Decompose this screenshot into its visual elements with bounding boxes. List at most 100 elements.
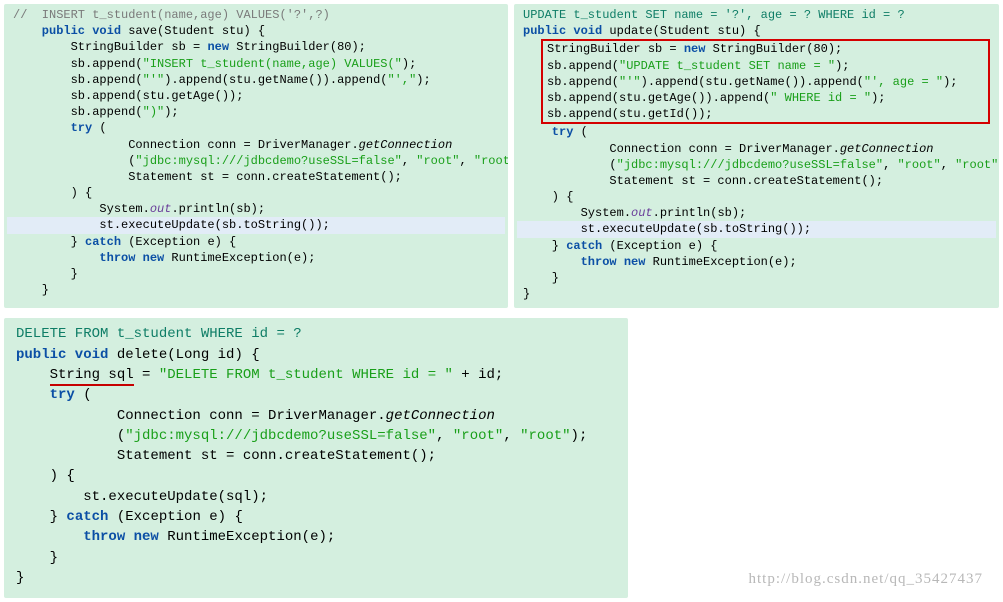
t: RuntimeException(e); [159,529,335,545]
string: "root" [474,154,508,168]
t: } [13,235,85,249]
t: } [13,267,78,281]
t: StringBuilder(80); [705,42,842,56]
t: Statement st = conn.createStatement(); [13,170,402,184]
t: , [503,428,520,444]
t: ) { [523,190,573,204]
t: ( [13,154,135,168]
string: "jdbc:mysql:///jdbcdemo?useSSL=false" [135,154,401,168]
kw: throw new [99,251,164,265]
t: sb.append( [13,73,143,87]
t: delete(Long id) { [108,347,259,363]
t [13,251,99,265]
string: "', age = " [864,75,943,89]
string: " WHERE id = " [770,91,871,105]
t: , [460,154,474,168]
t: sb.append( [13,57,143,71]
method-italic: getConnection [386,408,495,424]
kw: public void [13,24,121,38]
t: } [523,239,566,253]
t: Statement st = conn.createStatement(); [16,448,436,464]
string: "root" [453,428,503,444]
t: ); [164,105,178,119]
kw: try [13,121,92,135]
kw: catch [85,235,121,249]
string: "'" [619,75,641,89]
kw: catch [66,509,108,525]
t: sb.append(stu.getAge()).append( [547,91,770,105]
t: = [134,367,159,383]
string: "jdbc:mysql:///jdbcdemo?useSSL=false" [125,428,436,444]
kw: public void [523,24,602,38]
kw: try [16,387,75,403]
t: sb.append( [547,59,619,73]
t [16,529,83,545]
t: ); [998,158,999,172]
t: + id; [453,367,503,383]
highlight-red-box: StringBuilder sb = new StringBuilder(80)… [541,39,990,124]
t: ); [871,91,885,105]
watermark-text: http://blog.csdn.net/qq_35427437 [749,571,984,588]
t: RuntimeException(e); [645,255,796,269]
t: (Exception e) { [108,509,242,525]
kw: public void [16,347,108,363]
t: StringBuilder sb = [547,42,684,56]
highlight-line: st.executeUpdate(sb.toString()); [13,218,330,232]
t: (Exception e) { [121,235,236,249]
string: "INSERT t_student(name,age) VALUES(" [143,57,402,71]
t: ( [16,428,125,444]
method-italic: getConnection [359,138,453,152]
t: Connection conn = DriverManager. [523,142,840,156]
kw: throw new [581,255,646,269]
t: ) { [13,186,92,200]
t: .println(sb); [653,206,747,220]
t: } [13,283,49,297]
t: Statement st = conn.createStatement(); [523,174,883,188]
kw: try [523,125,573,139]
method-italic: getConnection [840,142,934,156]
t: , [402,154,416,168]
t: } [16,570,24,586]
t: ).append(stu.getName()).append( [164,73,387,87]
comment: // INSERT t_student(name,age) VALUES('?'… [13,8,330,22]
string: "root" [955,158,998,172]
t: RuntimeException(e); [164,251,315,265]
t: } [523,271,559,285]
kw: new [684,42,706,56]
underline-red: String sql [50,367,134,386]
string: "root" [897,158,940,172]
string: "UPDATE t_student SET name = " [619,59,835,73]
t [16,367,50,383]
field: out [631,206,653,220]
string: "root" [520,428,570,444]
t: } [16,550,58,566]
string: "'" [143,73,165,87]
t: .println(sb); [171,202,265,216]
t [523,255,581,269]
kw: throw new [83,529,159,545]
field: out [150,202,172,216]
t: update(Student stu) { [602,24,760,38]
kw: new [207,40,229,54]
t: Connection conn = DriverManager. [13,138,359,152]
t: ); [402,57,416,71]
t: ) { [16,468,75,484]
t: StringBuilder sb = [13,40,207,54]
string: "DELETE FROM t_student WHERE id = " [159,367,453,383]
t: ); [943,75,957,89]
code-panel-delete: DELETE FROM t_student WHERE id = ? publi… [4,318,628,598]
t: ( [75,387,92,403]
t: sb.append(stu.getAge()); [13,89,243,103]
code-panel-save: // INSERT t_student(name,age) VALUES('?'… [4,4,508,308]
t: System. [523,206,631,220]
highlight-line: st.executeUpdate(sb.toString()); [523,222,811,236]
t: Connection conn = DriverManager. [16,408,386,424]
string: "root" [416,154,459,168]
t: , [941,158,955,172]
string: "'," [387,73,416,87]
t: System. [13,202,150,216]
t: ( [92,121,106,135]
t: ).append(stu.getName()).append( [641,75,864,89]
t: ); [835,59,849,73]
string: ")" [143,105,165,119]
